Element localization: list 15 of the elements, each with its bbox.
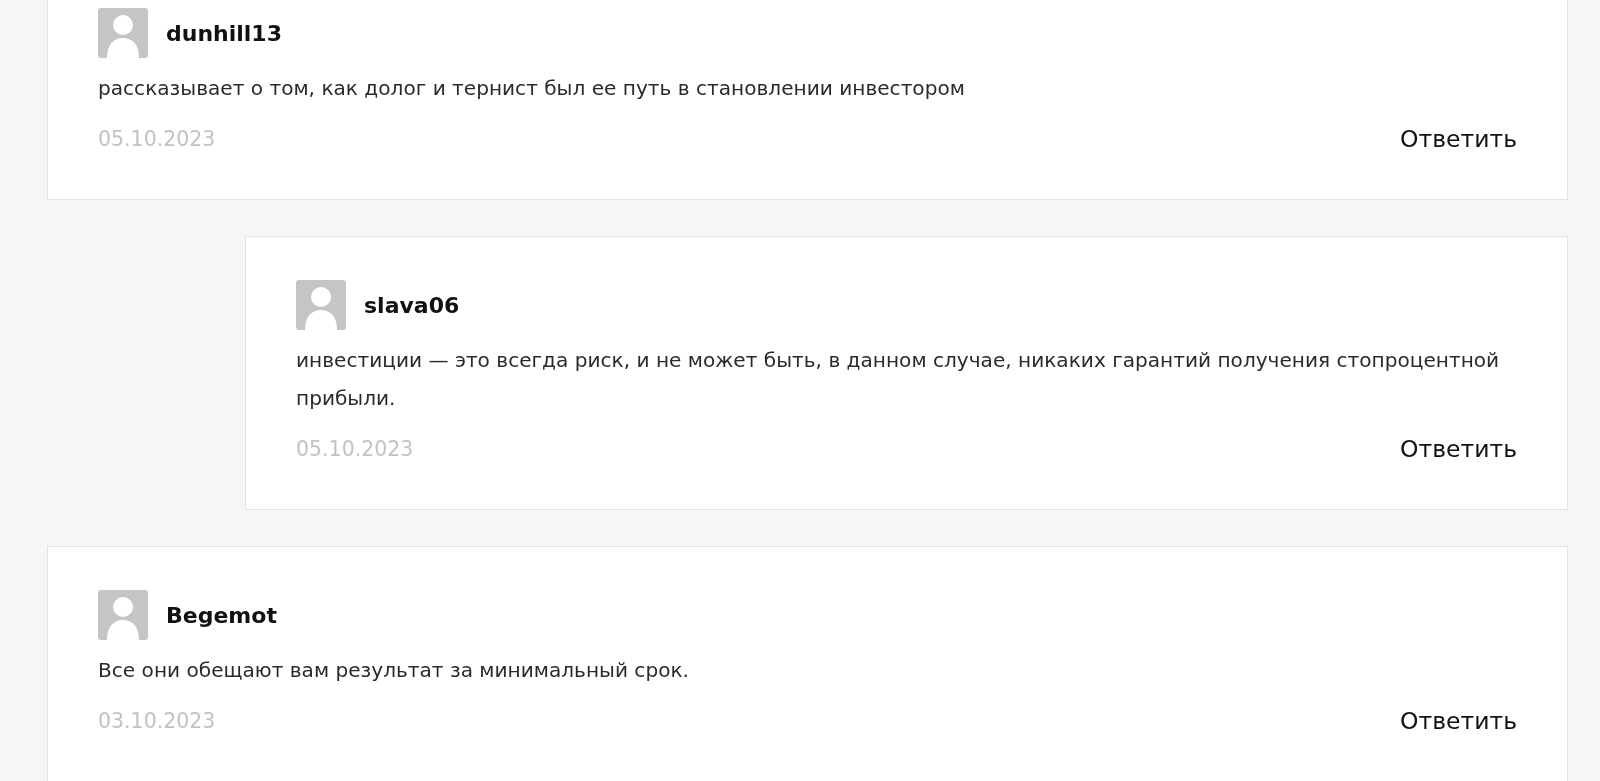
comment-date: 05.10.2023 — [296, 437, 414, 461]
comment-text: Все они обещают вам результат за минимальный срок. — [98, 657, 690, 684]
comment-date: 03.10.2023 — [98, 709, 216, 733]
reply-button[interactable]: Ответить — [1400, 435, 1517, 463]
comment-text: инвестиции — это всегда риск, и не может быть, в данном случае, никаких гарантий получения стопроцентной прибыли. — [296, 347, 1501, 412]
avatar-icon — [296, 280, 346, 330]
comment-text: рассказывает о том, как долог и тернист был ее путь в становлении инвестором — [98, 75, 966, 102]
comment-date: 05.10.2023 — [98, 127, 216, 151]
reply-button[interactable]: Ответить — [1400, 707, 1517, 735]
author-name: slava06 — [364, 292, 460, 318]
avatar-icon — [98, 590, 148, 640]
reply-button[interactable]: Ответить — [1400, 125, 1517, 153]
avatar-icon — [98, 8, 148, 58]
author-name: dunhill13 — [166, 20, 282, 46]
author-name: Begemot — [166, 602, 277, 628]
